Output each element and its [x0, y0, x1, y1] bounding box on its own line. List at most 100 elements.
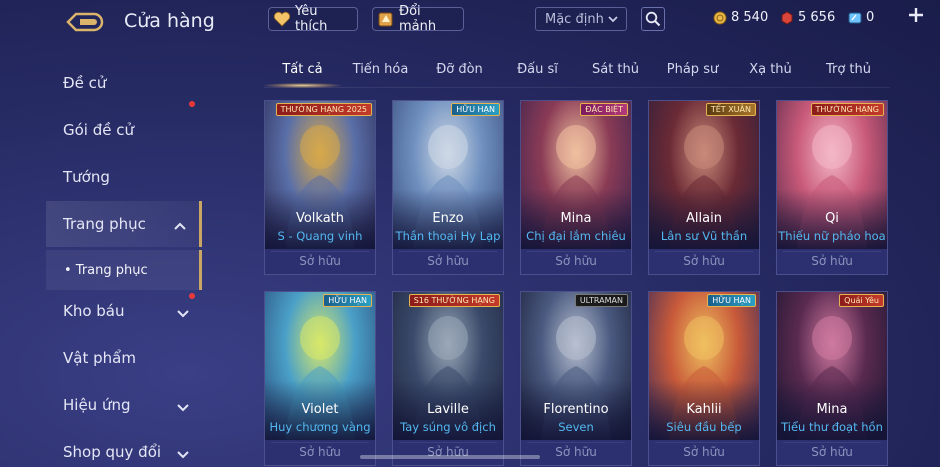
- skin-art: [649, 292, 759, 440]
- favorites-button[interactable]: Yêu thích: [268, 4, 358, 34]
- skin-badge: HỮU HẠN: [707, 294, 756, 307]
- sidebar-subitem-label: • Trang phục: [64, 262, 148, 278]
- skin-card[interactable]: ĐẶC BIỆT Mina Chị đại lắm chiêu Sở hữu: [520, 100, 632, 275]
- hero-name: Florentino: [543, 402, 609, 417]
- sidebar-item-exchange-shop[interactable]: Shop quy đổi: [46, 429, 202, 467]
- skin-card[interactable]: TẾT XUÂN Allain Lân sư Vũ thần Sở hữu: [648, 100, 760, 275]
- sidebar-item-label: Vật phẩm: [63, 349, 136, 367]
- hero-name: Allain: [686, 211, 722, 226]
- chevron-down-icon: [176, 305, 190, 323]
- sidebar-item-skins[interactable]: Trang phục: [46, 201, 202, 247]
- heart-icon: [273, 10, 291, 28]
- skin-name: Seven: [558, 420, 594, 434]
- skin-card[interactable]: HỮU HẠN Kahlii Siêu đầu bếp Sở hữu: [648, 291, 760, 466]
- tab-marksman[interactable]: Xạ thủ: [732, 62, 809, 77]
- skin-name: Tay súng vô địch: [400, 420, 496, 434]
- tab-evolution[interactable]: Tiến hóa: [342, 62, 419, 77]
- skin-card[interactable]: Quái Yêu Mina Tiểu thư đoạt hồn Sở hữu: [776, 291, 888, 466]
- divider: [399, 251, 497, 252]
- skin-card[interactable]: ULTRAMAN Florentino Seven Sở hữu: [520, 291, 632, 466]
- exchange-label: Đổi mảnh: [399, 4, 437, 34]
- divider: [527, 442, 625, 443]
- divider: [783, 251, 881, 252]
- tab-support[interactable]: Trợ thủ: [810, 62, 887, 77]
- skin-name: Tiểu thư đoạt hồn: [781, 420, 883, 434]
- notification-dot: [189, 293, 195, 299]
- skin-badge: S16 THƯỜNG HẠNG: [408, 294, 500, 307]
- sidebar-item-label: Đề cử: [63, 74, 107, 92]
- skin-art: [521, 101, 631, 249]
- gold-coin-icon: [713, 11, 727, 25]
- skin-art: [265, 292, 375, 440]
- owned-status: Sở hữu: [427, 254, 469, 268]
- coupon-value: 0: [866, 10, 875, 25]
- divider: [655, 442, 753, 443]
- divider: [783, 442, 881, 443]
- skin-card[interactable]: THƯỜNG HẠNG 2025 Volkath S - Quang vinh Sở …: [264, 100, 376, 275]
- chevron-down-icon: [176, 446, 190, 464]
- hero-name: Violet: [301, 402, 339, 417]
- divider: [399, 442, 497, 443]
- tab-fighter[interactable]: Đấu sĩ: [499, 62, 576, 77]
- favorites-label: Yêu thích: [295, 4, 328, 34]
- skin-art: [649, 101, 759, 249]
- page-title: Cửa hàng: [124, 10, 215, 32]
- skin-badge: THƯỜNG HẠNG 2025: [275, 103, 372, 116]
- skin-card[interactable]: HỮU HẠN Enzo Thần thoại Hy Lạp Sở hữu: [392, 100, 504, 275]
- sidebar-item-effects[interactable]: Hiệu ứng: [46, 382, 202, 428]
- hero-name: Qi: [825, 211, 839, 226]
- hero-name: Mina: [560, 211, 592, 226]
- skin-name: Thần thoại Hy Lạp: [395, 229, 501, 243]
- chevron-down-icon: [176, 399, 190, 417]
- hero-name: Volkath: [295, 211, 345, 226]
- gold-balance: 8 540: [713, 10, 768, 25]
- sidebar-item-recommended-packs[interactable]: Gói đề cử: [46, 101, 202, 153]
- sidebar-item-heroes[interactable]: Tướng: [46, 154, 202, 200]
- skin-art: [777, 101, 887, 249]
- fragment-icon: [377, 10, 395, 28]
- back-arrow-icon: [66, 12, 104, 32]
- skin-art: [265, 101, 375, 249]
- add-currency-button[interactable]: [908, 6, 924, 28]
- skin-card[interactable]: S16 THƯỜNG HẠNG Laville Tay súng vô địch Sở…: [392, 291, 504, 466]
- skin-card[interactable]: THƯỜNG HẠNG Qi Thiếu nữ pháo hoa Sở hữu: [776, 100, 888, 275]
- sidebar-item-treasure[interactable]: Kho báu: [46, 288, 202, 334]
- search-icon: [645, 11, 661, 27]
- sidebar-subitem-skins[interactable]: • Trang phục: [46, 250, 202, 290]
- skin-name: Lân sư Vũ thần: [660, 229, 748, 243]
- skin-badge: TẾT XUÂN: [705, 103, 756, 116]
- exchange-fragments-button[interactable]: Đổi mảnh: [372, 4, 464, 34]
- sidebar-item-label: Trang phục: [63, 215, 146, 233]
- sidebar-item-recommended[interactable]: Đề cử: [46, 60, 202, 106]
- voucher-balance: 5 656: [780, 10, 835, 25]
- coupon-icon: [848, 11, 862, 25]
- skin-art: [521, 292, 631, 440]
- skin-badge: ĐẶC BIỆT: [580, 103, 628, 116]
- notification-dot: [189, 101, 195, 107]
- search-button[interactable]: [641, 7, 665, 31]
- tab-tank[interactable]: Đỡ đòn: [421, 62, 498, 77]
- hero-name: Laville: [427, 402, 469, 417]
- divider: [271, 442, 369, 443]
- active-tab-indicator: [264, 83, 341, 88]
- tab-mage[interactable]: Pháp sư: [654, 62, 731, 77]
- owned-status: Sở hữu: [683, 445, 725, 459]
- back-button[interactable]: [66, 12, 104, 32]
- chevron-down-icon: [607, 13, 619, 29]
- skin-name: Thiếu nữ pháo hoa: [778, 229, 886, 243]
- coupon-balance: 0: [848, 10, 874, 25]
- skin-card[interactable]: HỮU HẠN Violet Huy chương vàng Sở hữu: [264, 291, 376, 466]
- owned-status: Sở hữu: [811, 254, 853, 268]
- sidebar-item-items[interactable]: Vật phẩm: [46, 335, 202, 381]
- skin-art: [777, 292, 887, 440]
- tab-assassin[interactable]: Sát thủ: [577, 62, 654, 77]
- tab-all[interactable]: Tất cả: [264, 62, 341, 77]
- owned-status: Sở hữu: [683, 254, 725, 268]
- category-tabs: Tất cả Tiến hóa Đỡ đòn Đấu sĩ Sát thủ Ph…: [264, 58, 890, 88]
- skin-badge: HỮU HẠN: [451, 103, 500, 116]
- skin-name: Huy chương vàng: [269, 420, 371, 434]
- divider: [655, 251, 753, 252]
- sort-dropdown[interactable]: Mặc định: [535, 7, 627, 31]
- skin-badge: Quái Yêu: [839, 294, 884, 307]
- hero-name: Mina: [816, 402, 848, 417]
